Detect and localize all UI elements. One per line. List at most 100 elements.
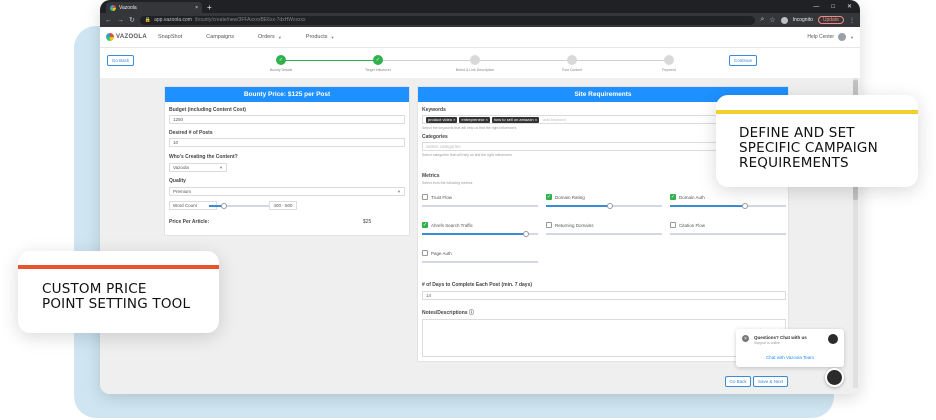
checkbox-checked-icon[interactable]: ✓	[422, 222, 428, 228]
step-2-complete-icon: ✓	[373, 55, 383, 65]
budget-label: Budget (including Content Cost)	[169, 107, 246, 113]
posts-field[interactable]: 10	[169, 138, 405, 147]
continue-button[interactable]: Continue	[729, 55, 757, 66]
bounty-price-header: Bounty Price: $125 per Post	[165, 87, 409, 102]
chevron-down-icon: ▼	[219, 165, 223, 170]
chat-widget[interactable]: × Questions? Chat with us Support is onl…	[736, 329, 844, 367]
checkbox-icon[interactable]	[422, 194, 428, 200]
keyword-chip[interactable]: product video ×	[426, 116, 458, 123]
close-icon[interactable]: ×	[742, 335, 749, 342]
back-arrow-icon[interactable]: ←	[105, 17, 112, 24]
nav-item-products[interactable]: Products ▼	[306, 34, 335, 40]
bounty-price-panel: Bounty Price: $125 per Post Budget (incl…	[164, 86, 410, 236]
checkbox-icon[interactable]	[546, 222, 552, 228]
nav-item-snapshot[interactable]: SnapShot	[158, 34, 182, 40]
app-navbar: VAZOOLA SnapShot Campaigns Orders ▼ Produ…	[100, 27, 860, 48]
chat-subtitle: Support is online	[754, 341, 781, 345]
reload-icon[interactable]: ↻	[129, 16, 135, 24]
new-tab-button[interactable]: +	[207, 2, 212, 13]
metric-label: Domain Rating	[555, 194, 585, 200]
minimize-icon[interactable]: —	[813, 2, 819, 13]
quality-select-value: Premium	[173, 189, 192, 194]
tab-close-icon[interactable]: ×	[195, 5, 198, 11]
metric-label: Domain Auth	[679, 194, 705, 200]
metric-checkbox[interactable]: Returning Domains	[546, 222, 594, 228]
creator-select[interactable]: Vazoola ▼	[169, 163, 227, 172]
posts-label: Desired # of Posts	[169, 130, 213, 136]
address-bar-actions: ⌕ ☆ Incognito Update ⋮	[760, 16, 855, 24]
metric-slider-track[interactable]	[422, 261, 538, 263]
metric-slider-knob[interactable]	[742, 203, 749, 209]
metric-checkbox[interactable]: ✓ Domain Auth	[670, 194, 705, 200]
browser-tab[interactable]: Vazoola ×	[106, 2, 202, 13]
metric-slider-knob[interactable]	[523, 231, 530, 237]
checkbox-icon[interactable]	[422, 250, 428, 256]
metric-slider-track[interactable]	[670, 233, 786, 235]
keywords-hint: Select the keywords that will help us fi…	[422, 126, 517, 130]
more-menu-icon[interactable]: ⋮	[849, 17, 855, 24]
checkbox-checked-icon[interactable]: ✓	[546, 194, 552, 200]
chat-title: Questions? Chat with us	[754, 335, 807, 340]
metric-checkbox[interactable]: Page Auth	[422, 250, 452, 256]
address-bar: ← → ↻ 🔒 app.vazoola.com /bounty/create/n…	[100, 13, 860, 27]
keyword-chip[interactable]: how to sell on amazon ×	[491, 116, 540, 123]
days-label: # of Days to Complete Each Post (min. 7 …	[422, 282, 533, 288]
metric-slider-knob[interactable]	[606, 203, 613, 209]
metric-checkbox[interactable]: ✓ Ahrefs Search Traffic	[422, 222, 473, 228]
avatar[interactable]	[838, 33, 847, 41]
help-center-link[interactable]: Help Center	[807, 34, 834, 40]
step-label: Brand & Link Description	[455, 68, 495, 72]
bookmark-star-icon[interactable]: ☆	[769, 16, 775, 24]
checkbox-checked-icon[interactable]: ✓	[670, 194, 676, 200]
step-connector	[281, 60, 378, 61]
step-1-complete-icon: ✓	[276, 55, 286, 65]
metric-slider-fill	[670, 205, 746, 207]
keyword-placeholder: add keyword	[543, 117, 566, 122]
tab-bar: Vazoola × + — □ ✕	[100, 0, 860, 13]
nav-items: SnapShot Campaigns Orders ▼ Products ▼	[158, 34, 334, 40]
metric-slider-track[interactable]	[546, 233, 662, 235]
close-window-icon[interactable]: ✕	[847, 2, 852, 13]
maximize-icon[interactable]: □	[831, 2, 835, 13]
chat-launcher-avatar[interactable]	[825, 368, 844, 387]
url-path: /bounty/create/new/3FFAxxxxBE6xx-7dxHWxx…	[194, 17, 306, 23]
update-button[interactable]: Update	[817, 16, 844, 24]
price-per-article-value: $25	[363, 219, 372, 225]
categories-label: Categories	[422, 134, 448, 140]
url-input[interactable]: 🔒 app.vazoola.com /bounty/create/new/3FF…	[139, 15, 756, 25]
forward-arrow-icon[interactable]: →	[117, 17, 124, 24]
categories-hint: Select categories that will help us find…	[422, 153, 512, 157]
callout-campaign-requirements: DEFINE AND SET SPECIFIC CAMPAIGN REQUIRE…	[716, 95, 918, 187]
checkbox-icon[interactable]	[670, 222, 676, 228]
step-label: Bounty Details	[269, 68, 293, 72]
notes-textarea[interactable]	[422, 319, 786, 357]
metrics-hint: Select from the following metrics	[422, 181, 473, 185]
chat-link[interactable]: Chat with Vazoola Team	[736, 355, 844, 360]
metric-slider-track[interactable]	[422, 205, 538, 207]
metric-checkbox[interactable]: Trust Flow	[422, 194, 452, 200]
nav-item-orders[interactable]: Orders ▼	[258, 34, 282, 40]
nav-item-campaigns[interactable]: Campaigns	[206, 34, 234, 40]
step-label: Post Content	[561, 68, 583, 72]
logo-mark-icon	[106, 33, 114, 41]
save-next-button[interactable]: Save & Next	[753, 376, 788, 387]
budget-field[interactable]: 1250	[169, 115, 405, 124]
metric-checkbox[interactable]: ✓ Domain Rating	[546, 194, 585, 200]
step-3-dot	[470, 55, 480, 65]
chevron-down-icon[interactable]: ▼	[850, 35, 854, 40]
quality-select[interactable]: Premium ▼	[169, 187, 405, 196]
keyword-chip[interactable]: entrepreneur ×	[459, 116, 490, 123]
word-count-slider-knob[interactable]	[221, 203, 227, 209]
metric-label: Page Auth	[431, 250, 452, 256]
word-count-range[interactable]: 400 - 500	[269, 201, 297, 210]
go-back-button[interactable]: Go Back	[725, 376, 751, 387]
go-back-button[interactable]: Go Back	[107, 55, 134, 66]
days-field[interactable]: 14	[422, 291, 786, 300]
zoom-icon[interactable]: ⌕	[760, 16, 764, 24]
nav-right: Help Center ▼	[807, 33, 854, 41]
chevron-down-icon: ▼	[277, 34, 282, 40]
metric-checkbox[interactable]: Citation Flow	[670, 222, 705, 228]
metric-label: Citation Flow	[679, 222, 706, 228]
marketing-stage: Vazoola × + — □ ✕ ← → ↻ 🔒 app.vazoola.co…	[0, 0, 936, 420]
vazoola-logo[interactable]: VAZOOLA	[106, 33, 154, 41]
